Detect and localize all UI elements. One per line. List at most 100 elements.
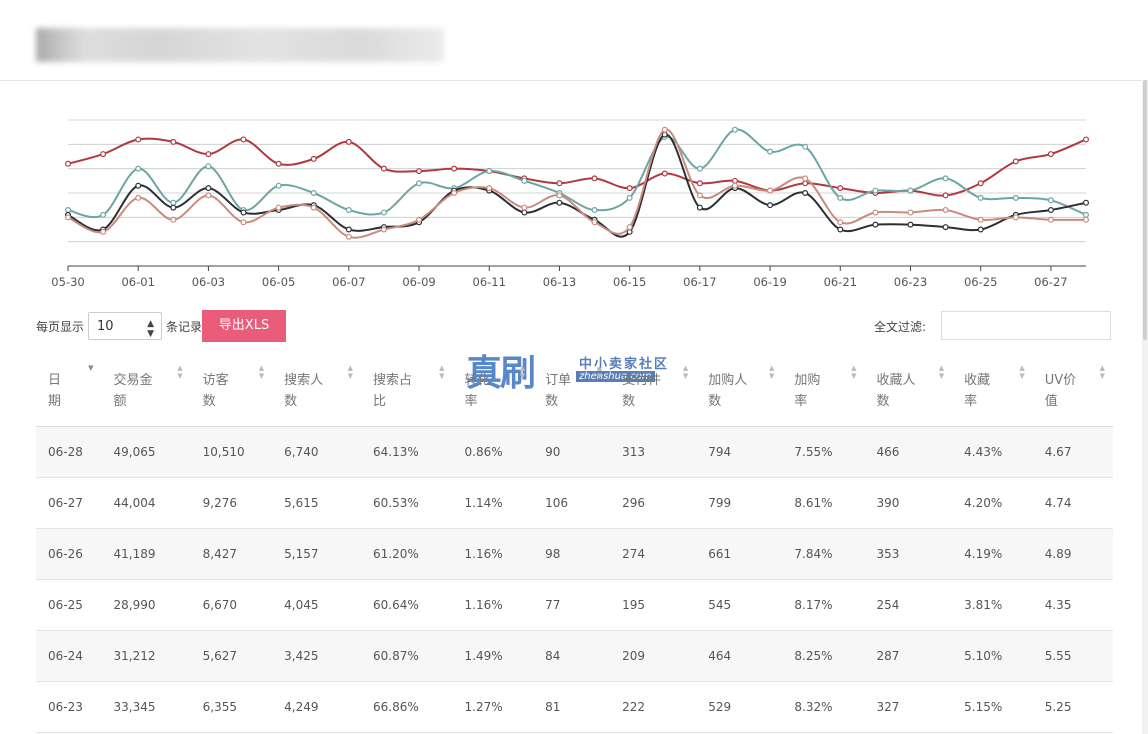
data-point-salmon[interactable] — [942, 207, 949, 214]
data-point-salmon[interactable] — [310, 204, 317, 211]
data-point-black[interactable] — [802, 189, 809, 196]
column-header[interactable]: 支付件数 ▲ ▼ — [610, 356, 697, 427]
data-point-red[interactable] — [65, 160, 72, 167]
data-point-red[interactable] — [556, 180, 563, 187]
data-point-teal[interactable] — [1012, 194, 1019, 201]
column-header[interactable]: 加购率 ▲ ▼ — [782, 356, 865, 427]
data-point-black[interactable] — [205, 185, 212, 192]
column-header[interactable]: 搜索人数 ▲ ▼ — [272, 356, 361, 427]
data-point-salmon[interactable] — [451, 189, 458, 196]
data-point-salmon[interactable] — [767, 187, 774, 194]
data-point-teal[interactable] — [416, 180, 423, 187]
data-point-red[interactable] — [100, 151, 107, 158]
column-header[interactable]: UV价值 ▲ ▼ — [1032, 356, 1113, 427]
data-point-red[interactable] — [696, 180, 703, 187]
data-point-red[interactable] — [240, 136, 247, 143]
data-point-teal[interactable] — [486, 168, 493, 175]
data-point-teal[interactable] — [802, 143, 809, 150]
data-point-salmon[interactable] — [486, 185, 493, 192]
data-point-black[interactable] — [661, 131, 668, 138]
sort-icon[interactable]: ▲ ▼ — [439, 364, 444, 380]
data-point-teal[interactable] — [731, 126, 738, 133]
data-point-red[interactable] — [1012, 158, 1019, 165]
data-point-black[interactable] — [977, 226, 984, 233]
data-point-black[interactable] — [521, 209, 528, 216]
data-point-red[interactable] — [942, 192, 949, 199]
page-scrollbar[interactable] — [1142, 80, 1148, 734]
data-point-teal[interactable] — [205, 163, 212, 170]
data-point-teal[interactable] — [345, 207, 352, 214]
sort-icon[interactable]: ▲ ▼ — [259, 364, 264, 380]
sort-icon[interactable]: ▲ ▼ — [1100, 364, 1105, 380]
sort-icon[interactable]: ▲ ▼ — [769, 364, 774, 380]
data-point-salmon[interactable] — [591, 219, 598, 226]
data-point-red[interactable] — [661, 170, 668, 177]
data-point-black[interactable] — [345, 226, 352, 233]
column-header[interactable]: 日期 ▼ — [36, 356, 102, 427]
sort-icon[interactable]: ▲ ▼ — [851, 364, 856, 380]
data-point-black[interactable] — [1047, 207, 1054, 214]
data-point-salmon[interactable] — [1047, 216, 1054, 223]
data-point-red[interactable] — [731, 177, 738, 184]
data-point-black[interactable] — [240, 209, 247, 216]
data-point-teal[interactable] — [696, 165, 703, 172]
column-header[interactable]: 搜索占比 ▲ ▼ — [360, 356, 453, 427]
data-point-red[interactable] — [1082, 136, 1089, 143]
data-point-salmon[interactable] — [135, 194, 142, 201]
data-point-black[interactable] — [907, 221, 914, 228]
sort-icon[interactable]: ▲ ▼ — [520, 364, 525, 380]
data-point-salmon[interactable] — [100, 228, 107, 235]
data-point-red[interactable] — [205, 151, 212, 158]
data-point-red[interactable] — [275, 160, 282, 167]
scrollbar-thumb[interactable] — [1143, 80, 1147, 340]
sort-icon[interactable]: ▲ ▼ — [348, 364, 353, 380]
data-point-red[interactable] — [1047, 151, 1054, 158]
data-point-salmon[interactable] — [345, 233, 352, 240]
data-point-salmon[interactable] — [275, 204, 282, 211]
data-point-salmon[interactable] — [170, 216, 177, 223]
data-point-salmon[interactable] — [240, 219, 247, 226]
column-header[interactable]: 交易金额 ▲ ▼ — [101, 356, 191, 427]
data-point-red[interactable] — [135, 136, 142, 143]
data-point-salmon[interactable] — [626, 224, 633, 231]
data-point-red[interactable] — [591, 175, 598, 182]
sort-icon[interactable]: ▲ ▼ — [1019, 364, 1024, 380]
sort-icon[interactable]: ▲ ▼ — [177, 364, 182, 380]
data-point-salmon[interactable] — [416, 216, 423, 223]
data-point-black[interactable] — [872, 221, 879, 228]
sort-icon[interactable]: ▲ ▼ — [939, 364, 944, 380]
data-point-salmon[interactable] — [907, 209, 914, 216]
data-point-teal[interactable] — [65, 207, 72, 214]
data-point-salmon[interactable] — [837, 219, 844, 226]
data-point-black[interactable] — [170, 204, 177, 211]
data-point-black[interactable] — [942, 224, 949, 231]
data-point-teal[interactable] — [135, 165, 142, 172]
data-point-teal[interactable] — [837, 194, 844, 201]
data-point-black[interactable] — [1082, 199, 1089, 206]
data-point-red[interactable] — [837, 185, 844, 192]
column-header[interactable]: 转化率 ▲ ▼ — [452, 356, 534, 427]
data-point-black[interactable] — [135, 182, 142, 189]
sort-icon[interactable]: ▼ — [88, 364, 93, 372]
data-point-red[interactable] — [170, 138, 177, 145]
column-header[interactable]: 收藏率 ▲ ▼ — [952, 356, 1033, 427]
data-point-salmon[interactable] — [802, 175, 809, 182]
data-point-teal[interactable] — [100, 211, 107, 218]
data-point-teal[interactable] — [942, 175, 949, 182]
data-point-black[interactable] — [767, 202, 774, 209]
data-point-teal[interactable] — [977, 194, 984, 201]
data-point-salmon[interactable] — [661, 126, 668, 133]
data-point-salmon[interactable] — [1012, 214, 1019, 221]
data-point-teal[interactable] — [380, 209, 387, 216]
data-point-red[interactable] — [345, 138, 352, 145]
data-point-teal[interactable] — [310, 189, 317, 196]
data-point-teal[interactable] — [1047, 197, 1054, 204]
sort-icon[interactable]: ▲ ▼ — [597, 364, 602, 380]
data-point-salmon[interactable] — [731, 182, 738, 189]
column-header[interactable]: 访客数 ▲ ▼ — [190, 356, 273, 427]
data-point-salmon[interactable] — [205, 192, 212, 199]
full-text-filter-input[interactable] — [941, 311, 1111, 340]
data-point-teal[interactable] — [591, 207, 598, 214]
data-point-salmon[interactable] — [380, 226, 387, 233]
data-point-teal[interactable] — [767, 148, 774, 155]
